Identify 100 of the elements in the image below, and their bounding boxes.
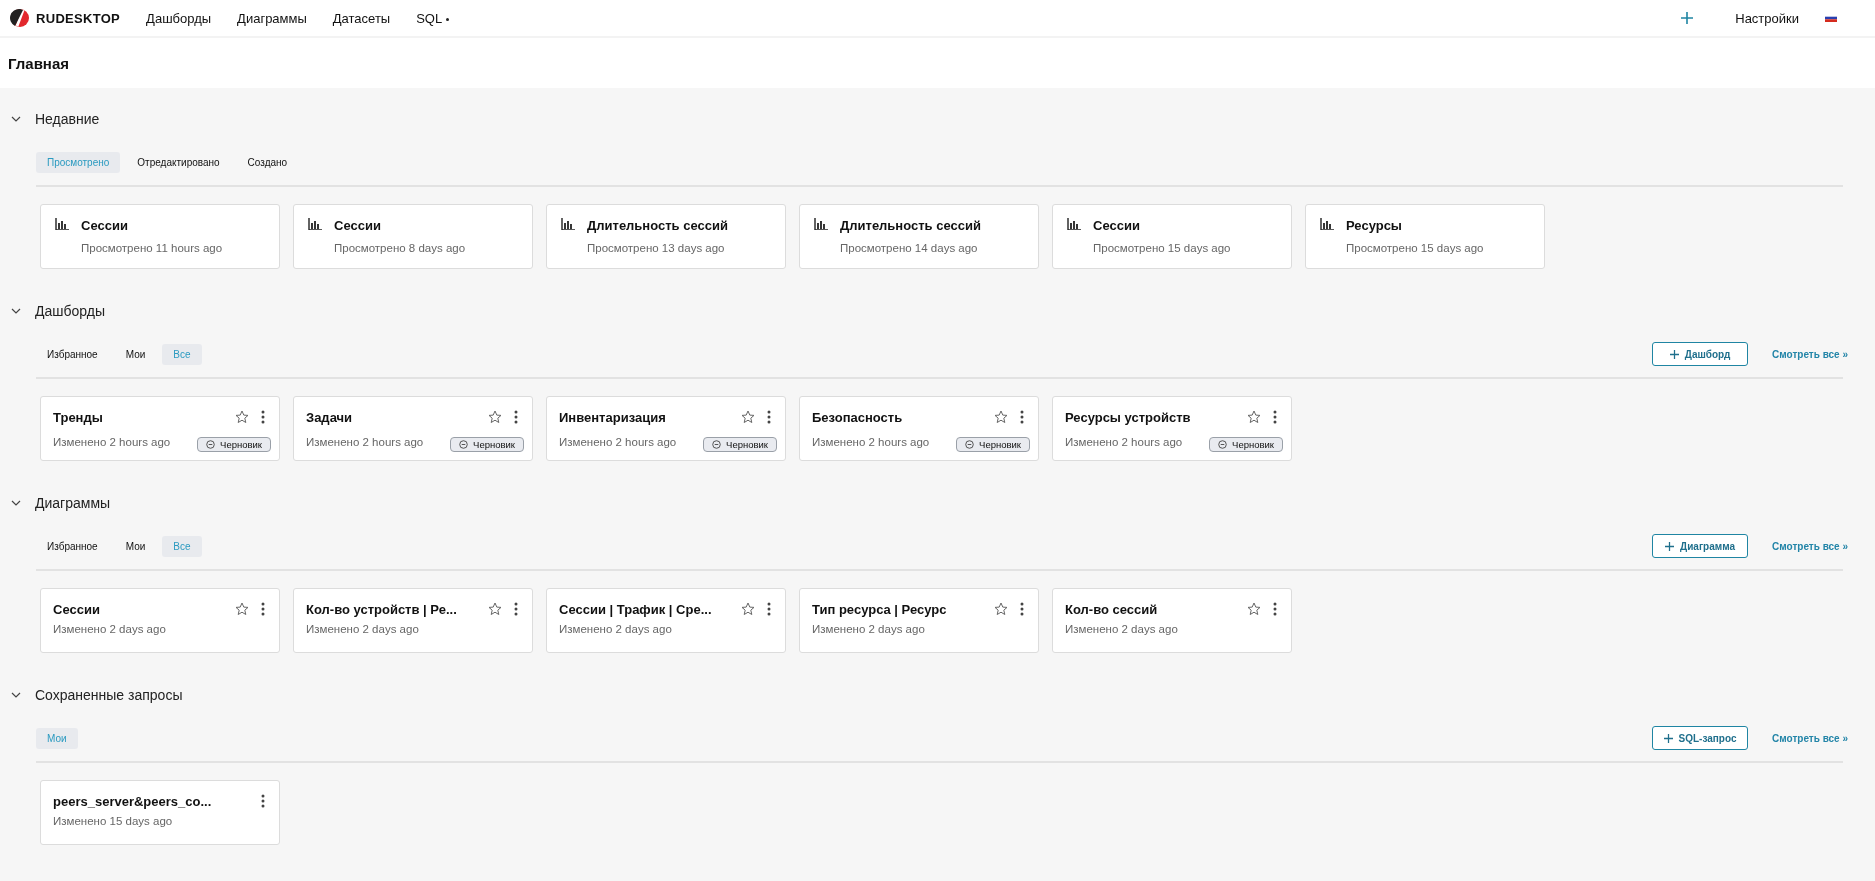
badge-label: Черновик — [220, 439, 262, 450]
star-icon[interactable] — [994, 602, 1008, 616]
item-card[interactable]: Тип ресурса | Ресурс Изменено 2 days ago — [799, 588, 1039, 653]
item-card[interactable]: peers_server&peers_co... Изменено 15 days ago — [40, 780, 280, 845]
section-title: Сохраненные запросы — [35, 687, 183, 703]
add-button[interactable]: SQL-запрос — [1652, 726, 1749, 750]
card-subtitle: Просмотрено 15 days ago — [1346, 242, 1484, 254]
item-card[interactable]: Кол-во устройств | Ре... Изменено 2 days ago — [293, 588, 533, 653]
nav-link[interactable]: SQL — [416, 10, 450, 26]
item-card[interactable]: Сессии | Трафик | Сре... Изменено 2 days ago — [546, 588, 786, 653]
filter-tab[interactable]: Отредактировано — [126, 151, 231, 173]
view-all-link[interactable]: Смотреть все » — [1772, 540, 1848, 552]
chevron-down-icon[interactable] — [11, 308, 21, 314]
chevron-down-icon[interactable] — [11, 500, 21, 506]
star-icon[interactable] — [994, 410, 1008, 424]
flag-icon[interactable] — [1825, 14, 1837, 22]
minus-circle-icon — [206, 440, 216, 449]
star-icon[interactable] — [488, 410, 502, 424]
more-options-icon[interactable] — [767, 410, 771, 424]
card-subtitle: Просмотрено 14 days ago — [840, 242, 979, 254]
card-title: Сессии — [1093, 218, 1141, 233]
logo-icon — [10, 8, 30, 28]
add-button[interactable]: Диаграмма — [1652, 534, 1749, 558]
card-title: Тренды — [53, 409, 104, 425]
item-card[interactable]: Ресурсы устройств Изменено 2 hours ago Черновик — [1052, 396, 1292, 461]
section-title: Недавние — [35, 111, 100, 127]
more-options-icon[interactable] — [514, 410, 518, 424]
star-icon[interactable] — [235, 602, 249, 616]
card-title: Кол-во устройств | Ре... — [306, 601, 458, 617]
recent-card[interactable]: Ресурсы Просмотрено 15 days ago — [1305, 204, 1545, 269]
recent-card[interactable]: Длительность сессий Просмотрено 14 days ago — [799, 204, 1039, 269]
plus-icon — [1669, 349, 1679, 359]
recent-card[interactable]: Сессии Просмотрено 15 days ago — [1052, 204, 1292, 269]
filter-tab[interactable]: Мои — [114, 343, 157, 365]
minus-circle-icon — [459, 440, 469, 449]
more-options-icon[interactable] — [261, 602, 265, 616]
filter-tab[interactable]: Избранное — [36, 343, 109, 365]
bar-chart-icon — [308, 218, 322, 230]
minus-circle-icon — [965, 440, 975, 449]
card-subtitle: Изменено 2 days ago — [306, 623, 419, 635]
card-title: Кол-во сессий — [1065, 601, 1159, 617]
card-title: Безопасность — [812, 409, 904, 425]
brand-name[interactable]: RUDESKTOP — [36, 10, 121, 26]
card-title: Тип ресурса | Ресурс — [812, 601, 948, 617]
card-title: Длительность сессий — [840, 218, 981, 233]
star-icon[interactable] — [235, 410, 249, 424]
item-card[interactable]: Инвентаризация Изменено 2 hours ago Черновик — [546, 396, 786, 461]
card-title: Задачи — [306, 409, 354, 425]
filter-tab[interactable]: Мои — [114, 535, 157, 557]
card-subtitle: Изменено 2 days ago — [812, 623, 925, 635]
more-options-icon[interactable] — [1020, 410, 1024, 424]
item-card[interactable]: Безопасность Изменено 2 hours ago Черновик — [799, 396, 1039, 461]
star-icon[interactable] — [741, 410, 755, 424]
card-subtitle: Изменено 2 days ago — [1065, 623, 1178, 635]
view-all-link[interactable]: Смотреть все » — [1772, 732, 1848, 744]
recent-card[interactable]: Сессии Просмотрено 11 hours ago — [40, 204, 280, 269]
star-icon[interactable] — [488, 602, 502, 616]
chevron-down-icon[interactable] — [11, 692, 21, 698]
badge-label: Черновик — [1232, 439, 1274, 450]
star-icon[interactable] — [1247, 602, 1261, 616]
item-card[interactable]: Тренды Изменено 2 hours ago Черновик — [40, 396, 280, 461]
more-options-icon[interactable] — [1273, 410, 1277, 424]
card-subtitle: Изменено 2 hours ago — [306, 435, 424, 448]
card-subtitle: Изменено 2 days ago — [559, 623, 672, 635]
card-subtitle: Изменено 15 days ago — [53, 815, 173, 827]
bar-chart-icon — [1320, 218, 1334, 230]
card-subtitle: Изменено 2 hours ago — [53, 435, 171, 448]
settings-menu[interactable]: Настройки — [1735, 10, 1799, 26]
nav-link[interactable]: Датасеты — [332, 10, 391, 26]
bar-chart-icon — [814, 218, 828, 230]
add-button[interactable]: Дашборд — [1652, 342, 1749, 366]
star-icon[interactable] — [1247, 410, 1261, 424]
filter-tab[interactable]: Избранное — [36, 535, 109, 557]
recent-card[interactable]: Сессии Просмотрено 8 days ago — [293, 204, 533, 269]
card-subtitle: Просмотрено 15 days ago — [1093, 242, 1231, 254]
badge-label: Черновик — [979, 439, 1021, 450]
page-title: Главная — [8, 54, 69, 72]
more-options-icon[interactable] — [767, 602, 771, 616]
view-all-link[interactable]: Смотреть все » — [1772, 348, 1848, 360]
item-card[interactable]: Кол-во сессий Изменено 2 days ago — [1052, 588, 1292, 653]
card-subtitle: Просмотрено 11 hours ago — [81, 242, 223, 254]
more-options-icon[interactable] — [261, 410, 265, 424]
item-card[interactable]: Сессии Изменено 2 days ago — [40, 588, 280, 653]
star-icon[interactable] — [741, 602, 755, 616]
card-title: Сессии — [53, 601, 101, 617]
badge-label: Черновик — [726, 439, 768, 450]
recent-card[interactable]: Длительность сессий Просмотрено 13 days ago — [546, 204, 786, 269]
more-options-icon[interactable] — [1020, 602, 1024, 616]
nav-link[interactable]: Дашборды — [146, 10, 212, 26]
section-title: Дашборды — [35, 303, 105, 319]
item-card[interactable]: Задачи Изменено 2 hours ago Черновик — [293, 396, 533, 461]
card-title: Длительность сессий — [587, 218, 728, 233]
bar-chart-icon — [561, 218, 575, 230]
more-options-icon[interactable] — [514, 602, 518, 616]
chevron-down-icon[interactable] — [11, 116, 21, 122]
more-options-icon[interactable] — [1273, 602, 1277, 616]
nav-link[interactable]: Диаграммы — [237, 10, 307, 26]
add-menu-icon[interactable] — [1681, 12, 1694, 24]
filter-tab[interactable]: Создано — [236, 151, 299, 173]
more-options-icon[interactable] — [261, 794, 265, 808]
